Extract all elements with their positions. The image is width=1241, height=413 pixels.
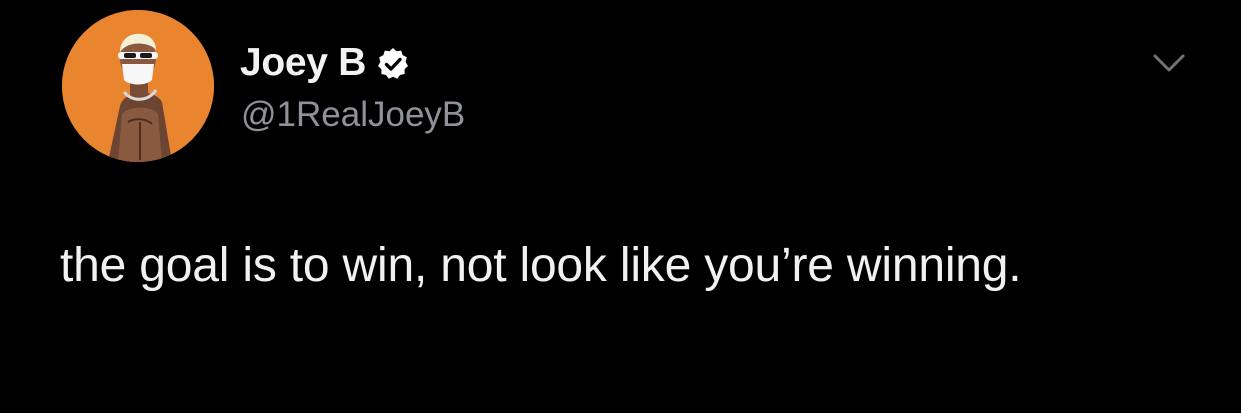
verified-badge-icon [375, 46, 411, 82]
author-avatar[interactable] [62, 10, 214, 162]
more-options-button[interactable] [1148, 46, 1190, 80]
tweet-text: the goal is to win, not look like you’re… [60, 239, 1022, 292]
chevron-down-icon [1153, 54, 1185, 72]
author-handle[interactable]: @1RealJoeyB [241, 93, 465, 137]
author-name-row: Joey B [240, 38, 411, 88]
avatar-illustration [62, 10, 214, 162]
tweet-author: Joey B @1RealJoeyB [240, 38, 840, 138]
author-display-name[interactable]: Joey B [240, 39, 366, 87]
tweet-card: Joey B @1RealJoeyB the goal is to win, n… [0, 0, 1241, 413]
